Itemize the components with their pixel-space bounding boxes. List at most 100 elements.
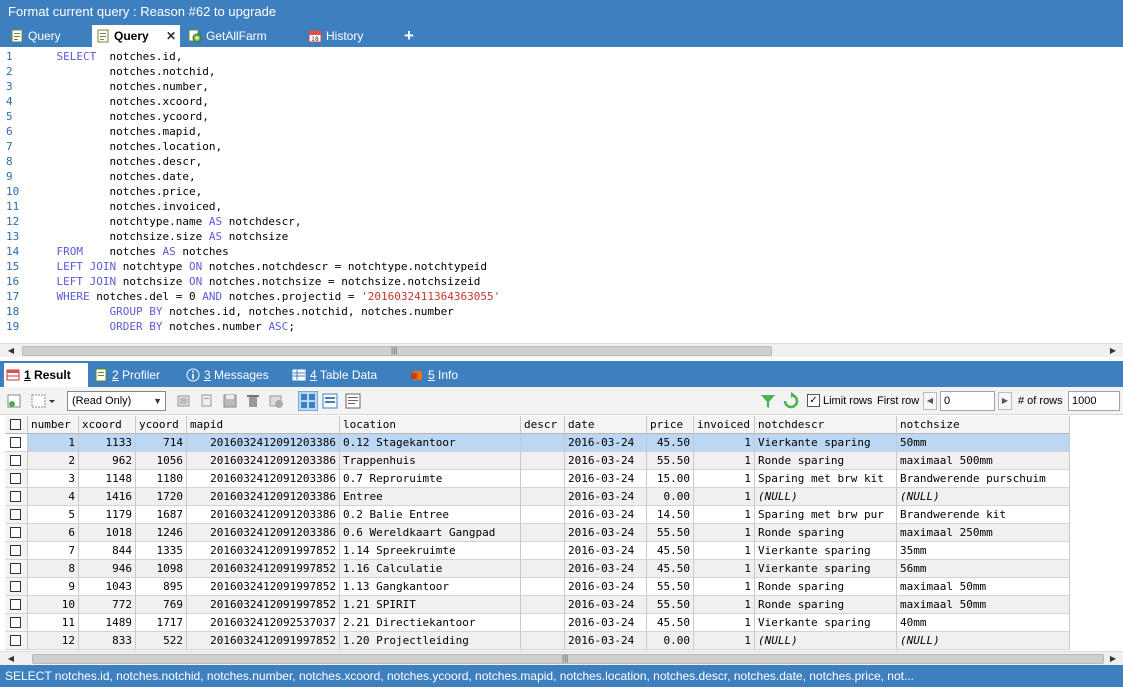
- cell-notchsize[interactable]: 35mm: [897, 542, 1070, 560]
- scroll-right-icon[interactable]: ▶: [1106, 652, 1120, 666]
- code-line[interactable]: 11 notches.invoiced,: [0, 199, 222, 214]
- code-line[interactable]: 4 notches.xcoord,: [0, 94, 209, 109]
- cell-notchdescr[interactable]: Ronde sparing: [755, 524, 897, 542]
- row-checkbox[interactable]: [10, 473, 21, 484]
- cell-ycoord[interactable]: 769: [136, 596, 187, 614]
- grid-options-icon[interactable]: [30, 392, 56, 410]
- table-row[interactable]: 11 1489 1717 2016032412092537037 2.21 Direct…: [5, 614, 1072, 632]
- cell-location[interactable]: 0.2 Balie Entree: [340, 506, 521, 524]
- cell-notchsize[interactable]: maximaal 50mm: [897, 596, 1070, 614]
- cell-location[interactable]: 1.20 Projectleiding: [340, 632, 521, 650]
- row-select-cell[interactable]: [5, 524, 28, 542]
- cell-xcoord[interactable]: 1018: [79, 524, 136, 542]
- cell-invoiced[interactable]: 1: [694, 632, 755, 650]
- column-header-notchdescr[interactable]: notchdescr: [755, 416, 897, 434]
- column-header-xcoord[interactable]: xcoord: [79, 416, 136, 434]
- row-checkbox[interactable]: [10, 635, 21, 646]
- cell-descr[interactable]: [521, 452, 565, 470]
- cell-location[interactable]: 0.12 Stagekantoor: [340, 434, 521, 452]
- cell-mapid[interactable]: 2016032412091997852: [187, 560, 340, 578]
- table-row[interactable]: 9 1043 895 2016032412091997852 1.13 Gangkant…: [5, 578, 1072, 596]
- select-all-cell[interactable]: [5, 416, 28, 434]
- cell-number[interactable]: 2: [28, 452, 79, 470]
- scroll-left-icon[interactable]: ◀: [4, 344, 18, 358]
- cell-number[interactable]: 1: [28, 434, 79, 452]
- cell-descr[interactable]: [521, 596, 565, 614]
- cell-notchdescr[interactable]: Ronde sparing: [755, 596, 897, 614]
- select-all-checkbox[interactable]: [10, 419, 21, 430]
- cell-mapid[interactable]: 2016032412091203386: [187, 434, 340, 452]
- cell-location[interactable]: Entree: [340, 488, 521, 506]
- cell-price[interactable]: 45.50: [647, 542, 694, 560]
- table-row[interactable]: 10 772 769 2016032412091997852 1.21 SPIRIT 20…: [5, 596, 1072, 614]
- row-select-cell[interactable]: [5, 596, 28, 614]
- cell-number[interactable]: 7: [28, 542, 79, 560]
- code-line[interactable]: 3 notches.number,: [0, 79, 209, 94]
- table-row[interactable]: 6 1018 1246 2016032412091203386 0.6 Wereldka…: [5, 524, 1072, 542]
- row-checkbox[interactable]: [10, 437, 21, 448]
- cell-descr[interactable]: [521, 560, 565, 578]
- cell-date[interactable]: 2016-03-24: [565, 542, 647, 560]
- row-checkbox[interactable]: [10, 491, 21, 502]
- row-checkbox[interactable]: [10, 509, 21, 520]
- duplicate-row-icon[interactable]: [198, 392, 216, 410]
- rows-count-input[interactable]: 1000: [1068, 391, 1120, 411]
- scroll-left-icon[interactable]: ◀: [4, 652, 18, 666]
- tab-messages[interactable]: 3 Messages: [184, 363, 280, 387]
- cell-notchdescr[interactable]: Ronde sparing: [755, 578, 897, 596]
- cell-location[interactable]: 2.21 Directiekantoor: [340, 614, 521, 632]
- cell-number[interactable]: 12: [28, 632, 79, 650]
- row-select-cell[interactable]: [5, 488, 28, 506]
- table-row[interactable]: 4 1416 1720 2016032412091203386 Entree 2016-0…: [5, 488, 1072, 506]
- row-select-cell[interactable]: [5, 434, 28, 452]
- cell-number[interactable]: 4: [28, 488, 79, 506]
- cell-price[interactable]: 55.50: [647, 524, 694, 542]
- tab-query-2[interactable]: Query ✕: [92, 25, 180, 47]
- cell-descr[interactable]: [521, 542, 565, 560]
- cell-location[interactable]: 0.7 Reproruimte: [340, 470, 521, 488]
- cell-date[interactable]: 2016-03-24: [565, 524, 647, 542]
- cell-mapid[interactable]: 2016032412091203386: [187, 452, 340, 470]
- next-page-icon[interactable]: ▶: [998, 392, 1012, 410]
- close-icon[interactable]: ✕: [166, 25, 176, 47]
- table-row[interactable]: 8 946 1098 2016032412091997852 1.16 Calculat…: [5, 560, 1072, 578]
- cell-number[interactable]: 3: [28, 470, 79, 488]
- editor-horizontal-scrollbar[interactable]: ◀ ||| ▶: [0, 343, 1123, 357]
- table-row[interactable]: 3 1148 1180 2016032412091203386 0.7 Reprorui…: [5, 470, 1072, 488]
- cell-location[interactable]: 0.6 Wereldkaart Gangpad: [340, 524, 521, 542]
- cell-notchsize[interactable]: Brandwerende purschuim: [897, 470, 1070, 488]
- cell-date[interactable]: 2016-03-24: [565, 452, 647, 470]
- tab-query-1[interactable]: Query: [6, 25, 86, 47]
- cell-ycoord[interactable]: 714: [136, 434, 187, 452]
- cell-invoiced[interactable]: 1: [694, 470, 755, 488]
- code-line[interactable]: 12 notchtype.name AS notchdescr,: [0, 214, 302, 229]
- cell-mapid[interactable]: 2016032412091203386: [187, 506, 340, 524]
- cell-mapid[interactable]: 2016032412091203386: [187, 470, 340, 488]
- cell-invoiced[interactable]: 1: [694, 614, 755, 632]
- code-line[interactable]: 1 SELECT notches.id,: [0, 49, 182, 64]
- tab-profiler[interactable]: 2 Profiler: [92, 363, 172, 387]
- cell-notchsize[interactable]: (NULL): [897, 488, 1070, 506]
- cell-date[interactable]: 2016-03-24: [565, 578, 647, 596]
- cell-xcoord[interactable]: 1416: [79, 488, 136, 506]
- cell-date[interactable]: 2016-03-24: [565, 632, 647, 650]
- cell-price[interactable]: 55.50: [647, 578, 694, 596]
- cell-notchdescr[interactable]: Sparing met brw kit: [755, 470, 897, 488]
- row-select-cell[interactable]: [5, 506, 28, 524]
- cell-ycoord[interactable]: 1687: [136, 506, 187, 524]
- cell-notchsize[interactable]: 50mm: [897, 434, 1070, 452]
- table-row[interactable]: 7 844 1335 2016032412091997852 1.14 Spreekru…: [5, 542, 1072, 560]
- cell-notchsize[interactable]: maximaal 50mm: [897, 578, 1070, 596]
- cell-ycoord[interactable]: 1720: [136, 488, 187, 506]
- cell-ycoord[interactable]: 1335: [136, 542, 187, 560]
- cell-mapid[interactable]: 2016032412091997852: [187, 596, 340, 614]
- previous-page-icon[interactable]: ◀: [923, 392, 937, 410]
- cell-location[interactable]: 1.21 SPIRIT: [340, 596, 521, 614]
- save-icon[interactable]: [221, 392, 239, 410]
- code-line[interactable]: 7 notches.location,: [0, 139, 222, 154]
- column-header-ycoord[interactable]: ycoord: [136, 416, 187, 434]
- cell-notchsize[interactable]: maximaal 250mm: [897, 524, 1070, 542]
- column-header-number[interactable]: number: [28, 416, 79, 434]
- cell-number[interactable]: 6: [28, 524, 79, 542]
- insert-row-icon[interactable]: [175, 392, 193, 410]
